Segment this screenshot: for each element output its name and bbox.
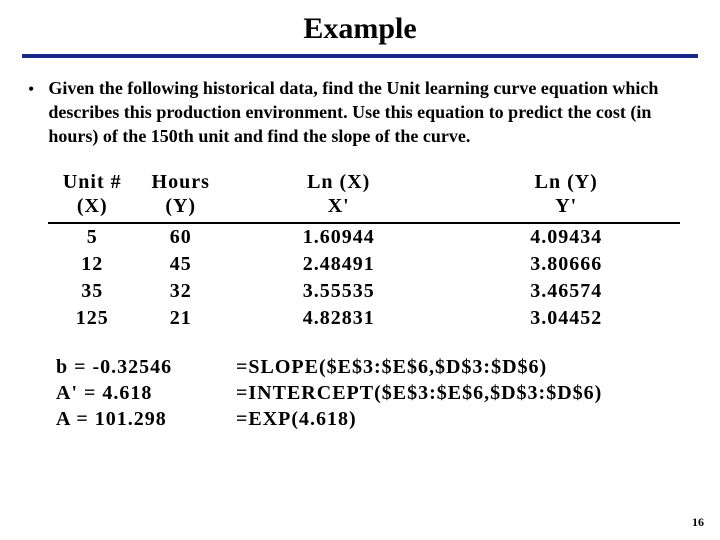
calc-b: b = -0.32546 [56, 354, 236, 380]
page-number: 16 [692, 515, 704, 530]
cell-y: 45 [136, 251, 224, 278]
formula-slope: =SLOPE($E$3:$E$6,$D$3:$D$6) [236, 354, 680, 380]
cell-lnx: 3.55535 [225, 278, 453, 305]
table-row: 12 45 2.48491 3.80666 [48, 251, 680, 278]
cell-lnx: 4.82831 [225, 305, 453, 332]
cell-lny: 3.80666 [452, 251, 680, 278]
header-unit-l2: (X) [77, 195, 108, 217]
calc-aprime: A' = 4.618 [56, 380, 236, 406]
bullet-row: • Given the following historical data, f… [0, 76, 720, 162]
header-lny-l1: Ln (Y) [535, 171, 598, 193]
table-row: 125 21 4.82831 3.04452 [48, 305, 680, 332]
header-hours-l1: Hours [152, 171, 210, 193]
cell-lny: 3.04452 [452, 305, 680, 332]
header-lnx: Ln (X) X' [225, 168, 453, 223]
header-unit: Unit # (X) [48, 168, 136, 223]
cell-lnx: 1.60944 [225, 223, 453, 251]
cell-y: 32 [136, 278, 224, 305]
cell-x: 125 [48, 305, 136, 332]
title-separator [22, 54, 698, 58]
header-lnx-l2: X' [328, 195, 350, 217]
cell-lnx: 2.48491 [225, 251, 453, 278]
cell-y: 21 [136, 305, 224, 332]
cell-lny: 4.09434 [452, 223, 680, 251]
formula-intercept: =INTERCEPT($E$3:$E$6,$D$3:$D$6) [236, 380, 680, 406]
cell-lny: 3.46574 [452, 278, 680, 305]
bullet-marker: • [28, 76, 48, 100]
table-row: 5 60 1.60944 4.09434 [48, 223, 680, 251]
cell-x: 5 [48, 223, 136, 251]
page-title: Example [0, 0, 720, 54]
formula-exp: =EXP(4.618) [236, 406, 680, 432]
header-lny: Ln (Y) Y' [452, 168, 680, 223]
table-row: 35 32 3.55535 3.46574 [48, 278, 680, 305]
data-table-area: Unit # (X) Hours (Y) Ln (X) X' Ln (Y) Y' [0, 162, 720, 332]
calc-formulas: =SLOPE($E$3:$E$6,$D$3:$D$6) =INTERCEPT($… [236, 354, 680, 432]
cell-y: 60 [136, 223, 224, 251]
calculations: b = -0.32546 A' = 4.618 A = 101.298 =SLO… [0, 332, 720, 432]
calc-a: A = 101.298 [56, 406, 236, 432]
cell-x: 35 [48, 278, 136, 305]
header-hours: Hours (Y) [136, 168, 224, 223]
calc-values: b = -0.32546 A' = 4.618 A = 101.298 [56, 354, 236, 432]
bullet-text: Given the following historical data, fin… [48, 76, 692, 148]
header-lnx-l1: Ln (X) [307, 171, 370, 193]
data-table: Unit # (X) Hours (Y) Ln (X) X' Ln (Y) Y' [48, 168, 680, 332]
header-hours-l2: (Y) [165, 195, 196, 217]
header-unit-l1: Unit # [63, 171, 122, 193]
cell-x: 12 [48, 251, 136, 278]
header-lny-l2: Y' [555, 195, 577, 217]
